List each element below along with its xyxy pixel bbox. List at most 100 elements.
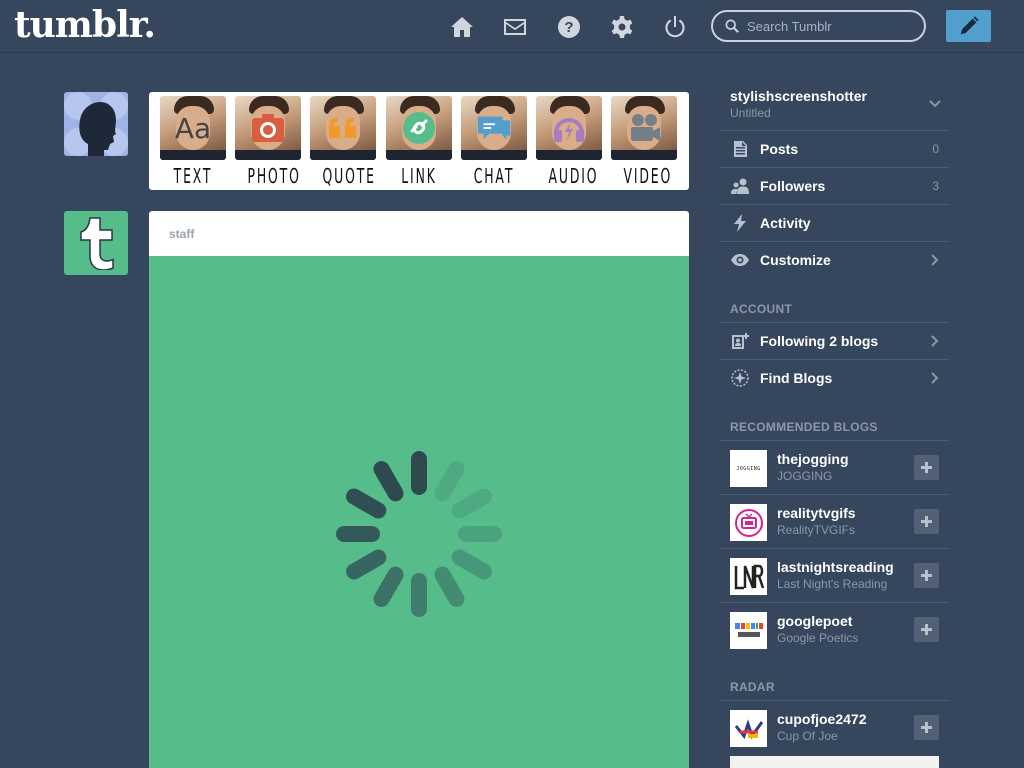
radar-post-preview[interactable] [730,756,939,768]
search-input[interactable] [747,18,917,34]
compose-button[interactable] [946,10,991,42]
lightning-icon [720,214,760,232]
post-type-label: QUOTE [322,164,376,188]
help-icon[interactable]: ? [556,14,582,40]
sidebar-item-label: Posts [760,141,799,157]
compass-icon [720,369,760,387]
blog-switcher[interactable]: stylishscreenshotter Untitled [730,88,949,120]
follow-button[interactable] [914,715,939,740]
link-icon [401,110,437,146]
blog-avatar [730,558,767,595]
blog-avatar [730,612,767,649]
headphones-icon [551,110,587,146]
text-icon: Aa [174,111,212,145]
posts-icon [720,140,760,158]
sidebar-item-posts[interactable]: Posts 0 [720,130,949,167]
post-type-chat[interactable]: CHAT [461,94,527,188]
post-content-loading [149,256,689,768]
home-icon[interactable] [449,14,475,40]
power-icon[interactable] [662,14,688,40]
blog-name: lastnightsreading [777,559,894,575]
blog-avatar [730,504,767,541]
post-type-label: PHOTO [247,164,301,188]
sidebar-item-label: Find Blogs [760,370,833,386]
sidebar-item-label: Followers [760,178,826,194]
blog-name: realitytvgifs [777,505,856,521]
sidebar-item-label: Activity [760,215,811,231]
tumblr-t-icon [80,217,114,270]
plus-icon [921,624,932,635]
post-type-label: TEXT [173,164,213,188]
staff-avatar[interactable] [64,211,128,275]
user-avatar[interactable] [64,92,128,156]
sidebar-item-label: Following 2 blogs [760,333,879,349]
mail-icon[interactable] [502,14,528,40]
section-label-radar: RADAR [730,680,775,694]
section-label-account: ACCOUNT [730,302,793,316]
recommended-blog-row[interactable]: realitytvgifs RealityTVGIFs [720,494,949,548]
sidebar-item-activity[interactable]: Activity [720,204,949,241]
search-box[interactable] [711,10,926,42]
plus-icon [921,570,932,581]
google-poetics-logo [734,622,763,637]
follow-button[interactable] [914,563,939,588]
chevron-right-icon [931,372,939,384]
camera-icon [250,110,286,146]
video-camera-icon [626,110,662,146]
lnr-monogram-icon [734,564,764,589]
cup-of-joe-logo [734,718,763,739]
sidebar-item-followers[interactable]: Followers 3 [720,167,949,204]
post-type-label: AUDIO [548,164,599,188]
tumblr-logo[interactable]: tumblr. [14,4,156,46]
search-icon [725,19,739,33]
follow-button[interactable] [914,617,939,642]
plus-icon [921,722,932,733]
followers-count: 3 [932,179,939,193]
top-nav-bar: tumblr. ? [0,0,1024,53]
post-author[interactable]: staff [149,211,689,256]
tv-icon [734,508,763,537]
posts-count: 0 [932,142,939,156]
follow-button[interactable] [914,455,939,480]
blog-name: stylishscreenshotter [730,88,867,104]
post-type-label: LINK [401,164,437,188]
post-type-link[interactable]: LINK [386,94,452,188]
recommended-blog-row[interactable]: lastnightsreading Last Night's Reading [720,548,949,602]
blog-avatar: JOGGING [730,450,767,487]
blog-name: cupofjoe2472 [777,711,867,727]
pencil-icon [960,16,979,35]
post-type-photo[interactable]: PHOTO [235,94,301,188]
section-label-recommended: RECOMMENDED BLOGS [730,420,878,434]
chevron-right-icon [931,254,939,266]
sidebar-item-label: Customize [760,252,831,268]
post-type-video[interactable]: VIDEO [611,94,677,188]
eye-icon [720,251,760,269]
sidebar-item-customize[interactable]: Customize [720,241,949,278]
quote-icon [325,110,361,146]
post-type-text[interactable]: Aa TEXT [160,94,226,188]
gear-icon[interactable] [609,14,635,40]
blog-title: Google Poetics [777,631,859,645]
post-type-label: CHAT [473,164,515,188]
sidebar-item-following[interactable]: Following 2 blogs [720,322,949,359]
chevron-right-icon [931,335,939,347]
staff-post: staff [149,211,689,768]
post-type-label: VIDEO [623,164,673,188]
post-type-quote[interactable]: QUOTE [310,94,376,188]
followers-icon [720,177,760,195]
sidebar-item-find-blogs[interactable]: Find Blogs [720,359,949,396]
radar-blog-row[interactable]: cupofjoe2472 Cup Of Joe [720,700,949,754]
chat-icon [476,110,512,146]
plus-icon [921,462,932,473]
follow-button[interactable] [914,509,939,534]
post-type-bar: Aa TEXT PHOTO QUOTE LINK CHAT AUDIO VIDE… [149,92,689,190]
recommended-blog-row[interactable]: JOGGING thejogging JOGGING [720,440,949,494]
blog-name: thejogging [777,451,849,467]
recommended-blog-row[interactable]: googlepoet Google Poetics [720,602,949,656]
blog-title: Last Night's Reading [777,577,888,591]
blog-avatar [730,710,767,747]
post-type-audio[interactable]: AUDIO [536,94,602,188]
blog-title: Cup Of Joe [777,729,838,743]
loading-spinner-icon [336,451,502,617]
default-avatar-silhouette [64,92,128,156]
